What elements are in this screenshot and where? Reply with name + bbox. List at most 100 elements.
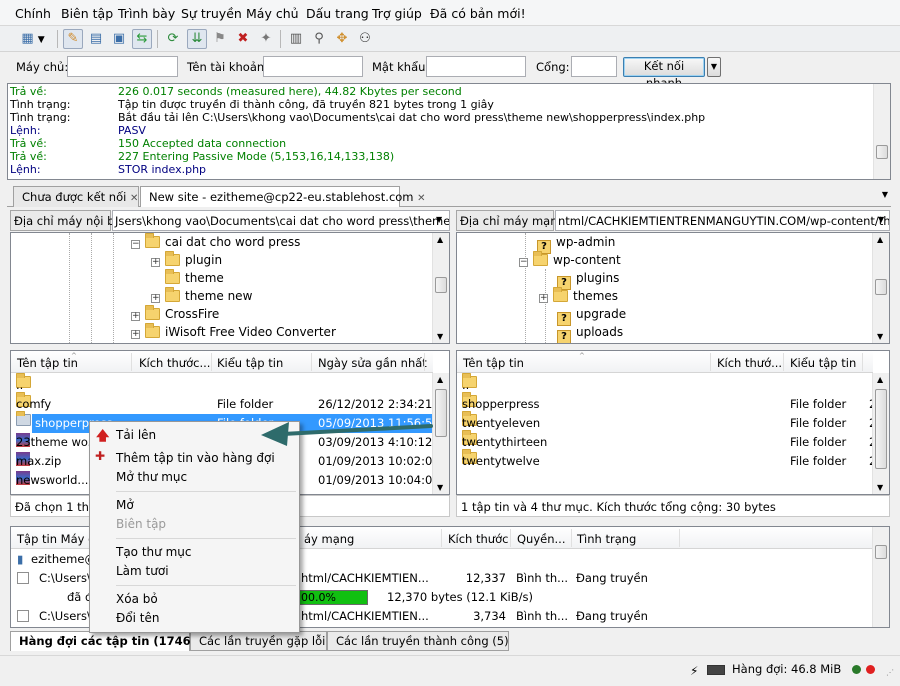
remote-tree-toggle-icon[interactable]: ▣ bbox=[109, 29, 129, 49]
col-modified[interactable]: Ngày sửa gần nhất bbox=[318, 356, 427, 370]
collapse-icon[interactable]: − bbox=[519, 258, 528, 267]
tree-node-plugins[interactable]: ? plugins bbox=[557, 269, 619, 290]
password-input[interactable] bbox=[426, 56, 526, 77]
close-tab-icon[interactable]: ✕ bbox=[130, 193, 138, 204]
process-queue-icon[interactable]: ⇊ bbox=[187, 29, 207, 49]
tab-queued-files[interactable]: Hàng đợi các tập tin (1746) bbox=[10, 631, 196, 651]
col-filename[interactable]: Tên tập tin bbox=[17, 356, 78, 370]
quickconnect-button[interactable]: Kết nối nhanh bbox=[623, 57, 705, 90]
queue-checkbox[interactable] bbox=[17, 572, 29, 584]
list-item[interactable]: .. bbox=[11, 373, 433, 395]
reconnect-icon[interactable]: ✦ bbox=[256, 29, 276, 49]
tree-node-wp-admin[interactable]: ? wp-admin bbox=[537, 233, 615, 254]
tree-node-wp-content[interactable]: − wp-content bbox=[519, 251, 621, 269]
local-path-dropdown-icon[interactable]: ▼ bbox=[436, 215, 442, 224]
local-path-input[interactable]: Jsers\khong vao\Documents\cai dat cho wo… bbox=[112, 210, 450, 231]
queue-scroll-thumb[interactable] bbox=[875, 545, 887, 559]
cancel-operation-icon[interactable]: ⚑ bbox=[210, 29, 230, 49]
menu-item-refresh[interactable]: Làm tươi bbox=[116, 564, 169, 578]
menu-edit[interactable]: Biên tập bbox=[61, 6, 113, 21]
expand-icon[interactable]: + bbox=[151, 258, 160, 267]
directory-comparison-icon[interactable]: ⚲ bbox=[309, 29, 329, 49]
remote-list-scrollbar[interactable]: ▲ ▼ bbox=[872, 373, 889, 494]
close-tab-icon[interactable]: ✕ bbox=[417, 193, 425, 204]
transfer-queue-toggle-icon[interactable]: ⇆ bbox=[132, 29, 152, 49]
menu-item-upload[interactable]: 🡅 Tải lên bbox=[96, 428, 156, 444]
refresh-icon[interactable]: ⟳ bbox=[163, 29, 183, 49]
menu-transfer[interactable]: Sự truyền bbox=[181, 6, 242, 21]
menu-item-delete[interactable]: Xóa bỏ bbox=[116, 592, 158, 606]
list-item[interactable]: shopperpress File folder 2 bbox=[457, 392, 876, 414]
expand-icon[interactable]: + bbox=[131, 312, 140, 321]
tab-new-site[interactable]: New site - ezitheme@cp22-eu.stablehost.c… bbox=[140, 186, 426, 207]
menu-view[interactable]: Trình bày bbox=[118, 6, 175, 21]
list-item[interactable]: twentyeleven File folder 2 bbox=[457, 411, 876, 433]
log-scrollbar[interactable] bbox=[873, 84, 890, 179]
tree-node-plugin[interactable]: + plugin bbox=[151, 251, 222, 269]
tab-failed-transfers[interactable]: Các lần truyền gặp lỗi bbox=[190, 631, 327, 651]
message-log-toggle-icon[interactable]: ✎ bbox=[63, 29, 83, 49]
menu-main[interactable]: Chính bbox=[15, 6, 51, 21]
synchronized-browsing-icon[interactable]: ✥ bbox=[332, 29, 352, 49]
list-item[interactable]: twentytwelve File folder 2 bbox=[457, 449, 876, 471]
tree-node-crossfire[interactable]: + CrossFire bbox=[131, 305, 219, 323]
expand-icon[interactable]: + bbox=[151, 294, 160, 303]
local-tree-toggle-icon[interactable]: ▤ bbox=[86, 29, 106, 49]
tree-node-theme-new[interactable]: + theme new bbox=[151, 287, 252, 305]
remote-tree-scroll-thumb[interactable] bbox=[875, 279, 887, 295]
list-item[interactable]: .. bbox=[457, 373, 873, 395]
col-filename[interactable]: Tên tập tin bbox=[463, 356, 524, 370]
expand-icon[interactable]: + bbox=[131, 330, 140, 339]
directory-listing-filter-icon[interactable]: ▥ bbox=[286, 29, 306, 49]
remote-list-scroll-thumb[interactable] bbox=[875, 389, 887, 469]
col-queue-size[interactable]: Kích thước bbox=[448, 532, 508, 546]
resize-grip-icon[interactable]: ⋰ bbox=[886, 668, 894, 677]
list-item[interactable]: twentythirteen File folder 2 bbox=[457, 430, 876, 452]
log-scroll-thumb[interactable] bbox=[876, 145, 888, 159]
local-tree-scroll-thumb[interactable] bbox=[435, 277, 447, 293]
username-input[interactable] bbox=[263, 56, 363, 77]
tree-node-uploads[interactable]: ? uploads bbox=[557, 323, 623, 343]
tab-not-connected[interactable]: Chưa được kết nối ✕ bbox=[13, 186, 139, 207]
local-tree-scrollbar[interactable]: ▲ ▼ bbox=[432, 233, 449, 343]
disconnect-icon[interactable]: ✖ bbox=[233, 29, 253, 49]
collapse-icon[interactable]: − bbox=[131, 240, 140, 249]
menu-item-rename[interactable]: Đổi tên bbox=[116, 611, 159, 625]
menu-bookmarks[interactable]: Dấu trang bbox=[306, 6, 369, 21]
col-queue-local[interactable]: Tập tin Máy c bbox=[17, 532, 94, 546]
quickconnect-dropdown-icon[interactable]: ▼ bbox=[707, 57, 721, 77]
host-input[interactable] bbox=[67, 56, 178, 77]
menu-help[interactable]: Trợ giúp bbox=[372, 6, 422, 21]
tree-node-iwisoft[interactable]: + iWisoft Free Video Converter bbox=[131, 323, 336, 341]
remote-tree-scrollbar[interactable]: ▲ ▼ bbox=[872, 233, 889, 343]
queue-checkbox[interactable] bbox=[17, 610, 29, 622]
col-type[interactable]: Kiểu tập tin bbox=[217, 356, 283, 370]
list-item[interactable]: comfy File folder 26/12/2012 2:34:21... bbox=[11, 392, 443, 414]
menu-item-open[interactable]: Mở bbox=[116, 498, 134, 512]
tree-node-themes[interactable]: + themes bbox=[539, 287, 618, 305]
site-manager-icon[interactable]: ▦ ▼ bbox=[14, 29, 52, 49]
menu-item-add-to-queue[interactable]: ✚ Thêm tập tin vào hàng đợi bbox=[95, 449, 275, 465]
col-queue-status[interactable]: Tình trạng bbox=[577, 532, 636, 546]
col-size[interactable]: Kích thướ... bbox=[717, 356, 782, 370]
col-size[interactable]: Kích thước... bbox=[139, 356, 210, 370]
tabs-menu-icon[interactable]: ▼ bbox=[882, 190, 888, 199]
remote-path-dropdown-icon[interactable]: ▼ bbox=[878, 215, 884, 224]
local-list-scroll-thumb[interactable] bbox=[435, 389, 447, 437]
tree-node-upgrade[interactable]: ? upgrade bbox=[557, 305, 626, 326]
queue-scrollbar[interactable] bbox=[872, 527, 889, 627]
menu-item-create-folder[interactable]: Tạo thư mục bbox=[116, 545, 191, 559]
search-remote-icon[interactable]: ⚇ bbox=[355, 29, 375, 49]
port-input[interactable] bbox=[571, 56, 617, 77]
tree-node-cai-dat[interactable]: − cai dat cho word press bbox=[131, 233, 300, 251]
col-type[interactable]: Kiểu tập tin bbox=[790, 356, 856, 370]
tree-node-theme[interactable]: theme bbox=[165, 269, 224, 287]
expand-icon[interactable]: + bbox=[539, 294, 548, 303]
menu-item-open-folder[interactable]: Mở thư mục bbox=[116, 470, 187, 484]
tab-successful-transfers[interactable]: Các lần truyền thành công (5) bbox=[327, 631, 509, 651]
col-queue-remote[interactable]: áy mạng bbox=[304, 532, 354, 546]
remote-path-input[interactable]: ntml/CACHKIEMTIENTRENMANGUYTIN.COM/wp-co… bbox=[555, 210, 890, 231]
menu-server[interactable]: Máy chủ bbox=[246, 6, 299, 21]
col-queue-priority[interactable]: Quyền... bbox=[517, 532, 565, 546]
menu-new-version[interactable]: Đã có bản mới! bbox=[430, 6, 526, 21]
